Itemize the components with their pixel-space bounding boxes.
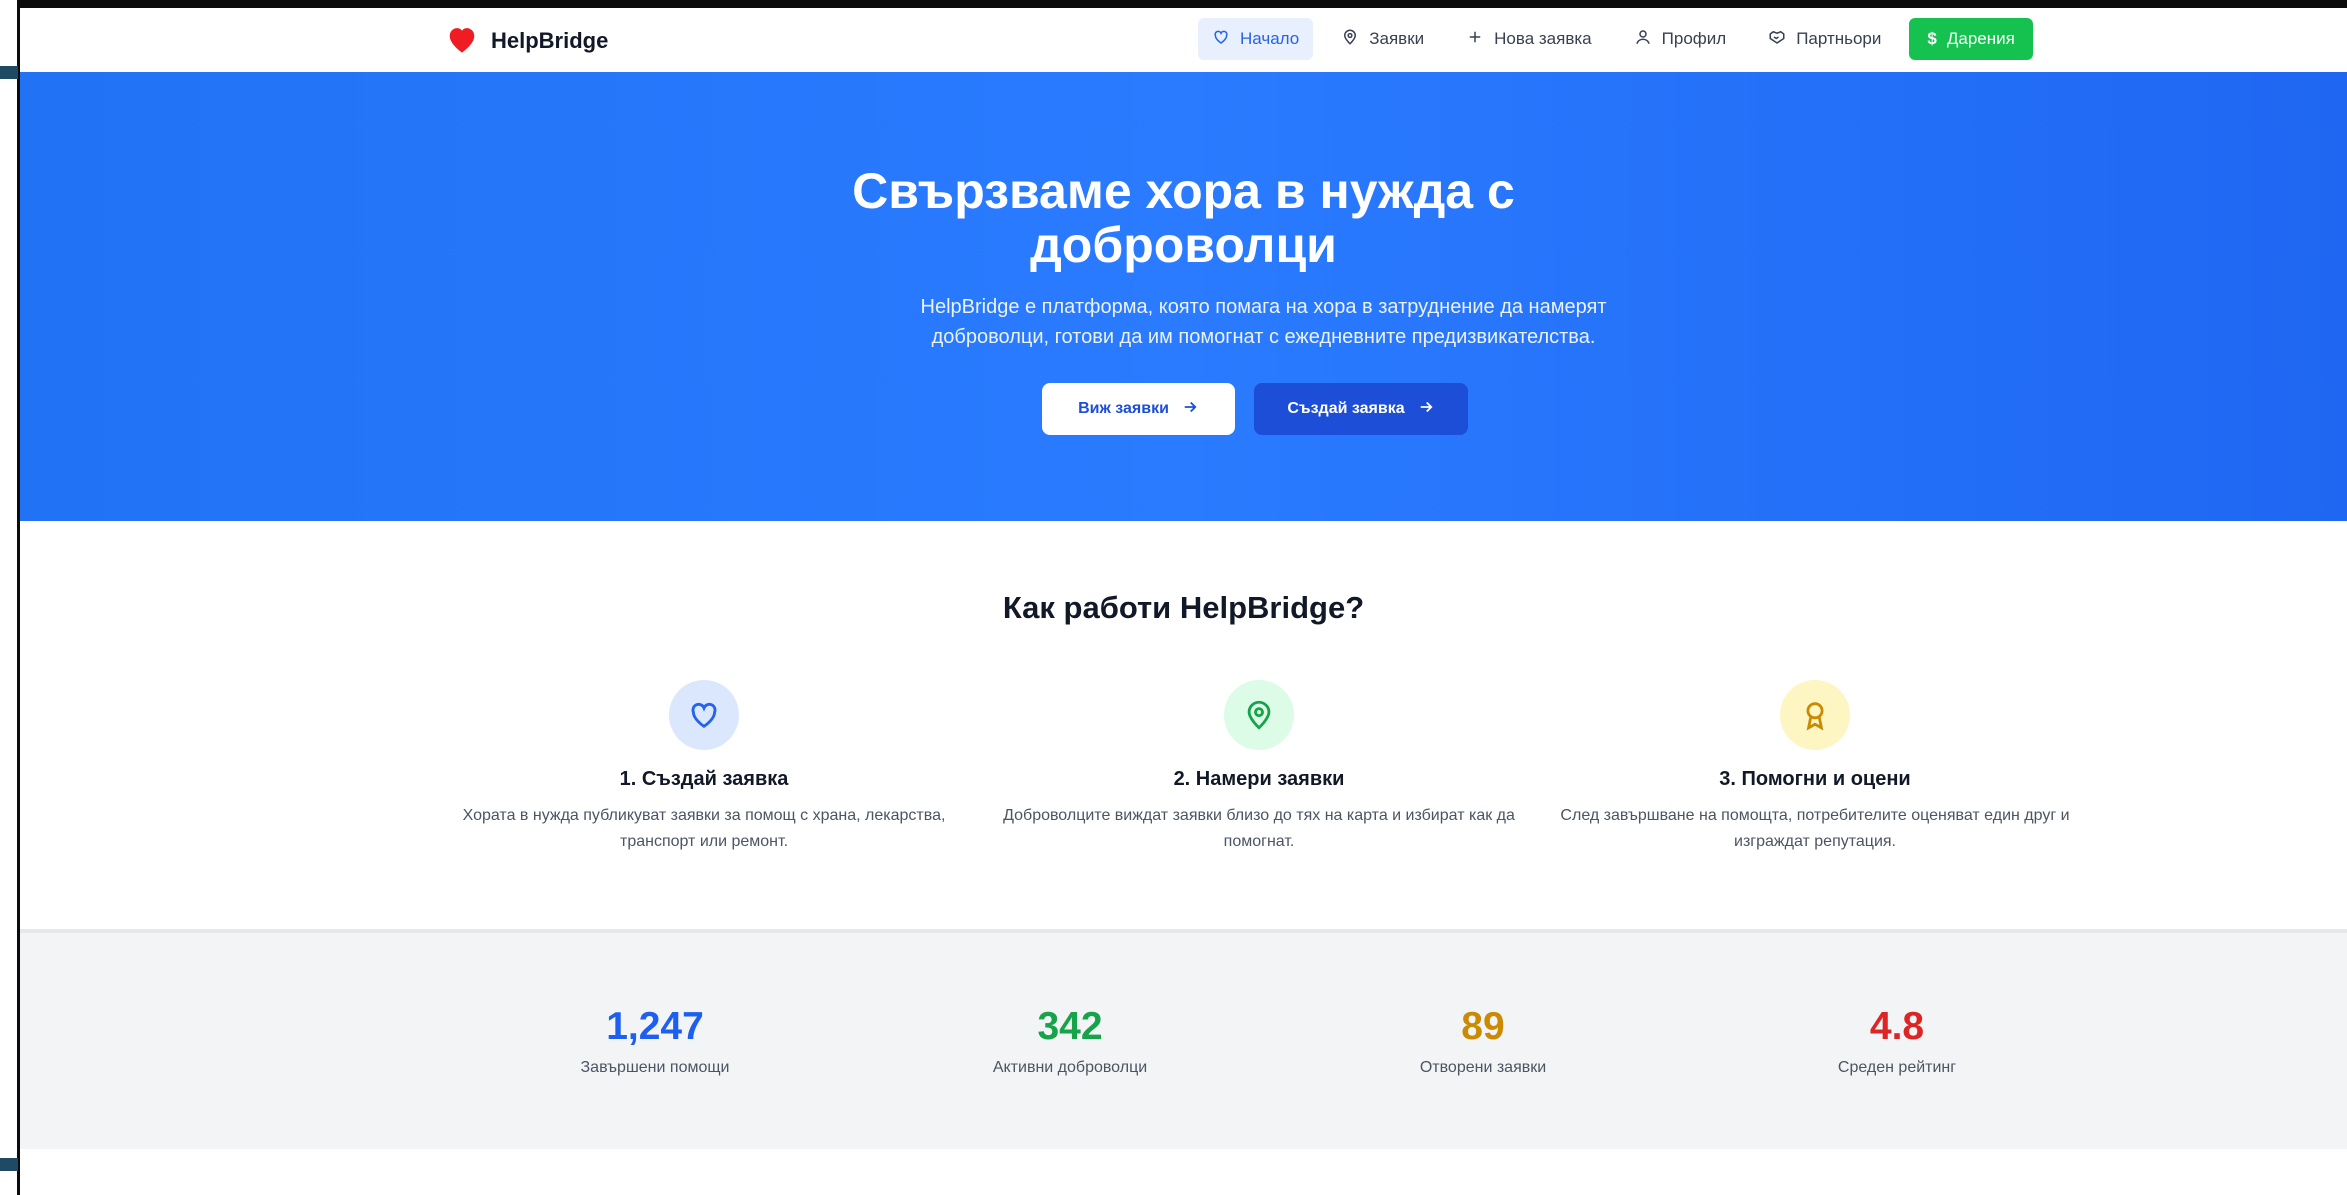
stat-value: 4.8 — [1869, 1005, 1925, 1048]
page: HelpBridge Начало Заявки Нова заявка Про… — [20, 8, 2347, 1195]
nav-menu: Начало Заявки Нова заявка Профил Партньо… — [1198, 18, 2033, 60]
step-description: Доброволците виждат заявки близо до тях … — [1003, 807, 1515, 850]
stats-section: 1,247 Завършени помощи 342 Активни добро… — [20, 929, 2347, 1149]
step-description: След завършване на помощта, потребителит… — [1560, 807, 2070, 850]
nav-item-partners[interactable]: Партньори — [1754, 18, 1895, 60]
nav-item-requests[interactable]: Заявки — [1327, 18, 1438, 60]
award-icon — [1780, 680, 1850, 750]
step-description: Хората в нужда публикуват заявки за помо… — [462, 807, 946, 850]
user-icon — [1634, 28, 1652, 51]
arrow-right-icon — [1181, 398, 1199, 421]
stat-completed-help: 1,247 Завършени помощи — [505, 1005, 805, 1077]
hero-title: Свързваме хора в нужда с доброволци — [20, 164, 2347, 272]
arrow-right-icon — [1417, 398, 1435, 421]
stat-average-rating: 4.8 Среден рейтинг — [1747, 1005, 2047, 1077]
view-requests-label: Виж заявки — [1078, 400, 1169, 417]
stat-open-requests: 89 Отворени заявки — [1333, 1005, 1633, 1077]
brand-logo[interactable]: HelpBridge — [445, 21, 608, 61]
nav-item-label: Дарения — [1946, 29, 2015, 48]
heart-outline-icon — [1212, 28, 1230, 51]
stat-label: Среден рейтинг — [1837, 1059, 1957, 1076]
create-request-button[interactable]: Създай заявка — [1254, 383, 1468, 435]
stat-value: 1,247 — [606, 1005, 704, 1048]
heart-logo-icon — [445, 24, 479, 59]
stat-label: Завършени помощи — [580, 1059, 730, 1076]
step-title: 3. Помогни и оцени — [1719, 768, 1911, 790]
handshake-icon — [1768, 28, 1786, 51]
brand-name: HelpBridge — [491, 28, 609, 53]
hero-title-text: Свързваме хора в нужда с доброволци — [852, 163, 1515, 273]
step-title: 2. Намери заявки — [1173, 768, 1345, 790]
hero-section: Свързваме хора в нужда с доброволци Help… — [20, 72, 2347, 521]
hero-subtitle: HelpBridge е платформа, която помага на … — [920, 296, 1607, 348]
heart-icon — [669, 680, 739, 750]
stat-active-volunteers: 342 Активни доброволци — [920, 1005, 1220, 1077]
map-pin-icon — [1341, 28, 1359, 51]
nav-item-donations[interactable]: $ Дарения — [1909, 18, 2033, 60]
nav-item-home[interactable]: Начало — [1198, 18, 1314, 60]
stat-label: Отворени заявки — [1419, 1059, 1547, 1076]
step-help-and-rate: 3. Помогни и оцени След завършване на по… — [1555, 680, 2075, 855]
step-title: 1. Създай заявка — [619, 768, 789, 790]
nav-item-new-request[interactable]: Нова заявка — [1452, 18, 1606, 60]
plus-icon — [1466, 28, 1484, 51]
step-create-request: 1. Създай заявка Хората в нужда публикув… — [444, 680, 964, 855]
nav-item-label: Начало — [1240, 29, 1300, 48]
stat-value: 89 — [1461, 1005, 1505, 1048]
map-pin-icon — [1224, 680, 1294, 750]
step-find-requests: 2. Намери заявки Доброволците виждат зая… — [999, 680, 1519, 855]
nav-item-label: Профил — [1661, 29, 1727, 48]
stat-label: Активни доброволци — [992, 1059, 1148, 1076]
top-navbar: HelpBridge Начало Заявки Нова заявка Про… — [20, 8, 2347, 73]
nav-item-label: Партньори — [1796, 29, 1882, 48]
stat-value: 342 — [1037, 1005, 1103, 1048]
create-request-label: Създай заявка — [1287, 400, 1405, 417]
nav-item-label: Нова заявка — [1494, 29, 1592, 48]
nav-item-label: Заявки — [1369, 29, 1425, 48]
nav-item-profile[interactable]: Профил — [1620, 18, 1741, 60]
dollar-icon: $ — [1927, 29, 1937, 48]
view-requests-button[interactable]: Виж заявки — [1042, 383, 1235, 435]
how-it-works-title: Как работи HelpBridge? — [1002, 590, 1365, 625]
